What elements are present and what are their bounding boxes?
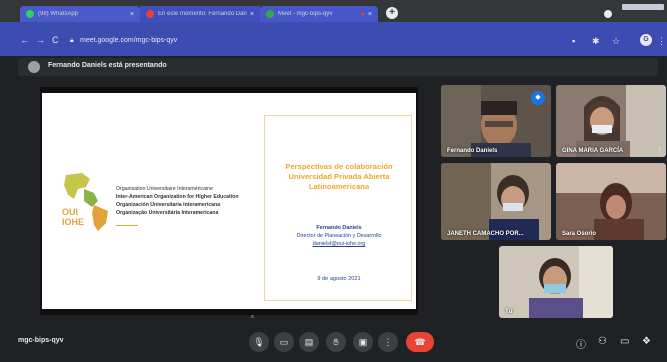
- url-field[interactable]: meet.google.com/mgc-bips-qyv: [80, 37, 177, 44]
- lock-icon: 🔒︎: [70, 37, 74, 44]
- meet-icon: [266, 10, 274, 18]
- organization-names: Organisation Universitaire Interaméricai…: [116, 185, 266, 217]
- profile-avatar-icon[interactable]: G: [640, 34, 652, 46]
- microphone-icon[interactable]: 🎙︎: [249, 332, 269, 352]
- divider: [116, 225, 138, 226]
- camera-icon[interactable]: ▪: [572, 36, 575, 46]
- oui-iohe-logo: OUI IOHE: [62, 173, 108, 231]
- presenter-avatar: [28, 61, 40, 73]
- tab-whatsapp[interactable]: (98) WhatsApp ×: [20, 6, 140, 22]
- raise-hand-icon[interactable]: ✋︎: [326, 332, 346, 352]
- participant-video: [556, 85, 666, 157]
- end-call-button[interactable]: ☎︎: [406, 332, 434, 352]
- close-icon[interactable]: ×: [250, 11, 254, 18]
- tab-label: (98) WhatsApp: [38, 11, 79, 17]
- org-name-en: Inter-American Organization for Higher E…: [116, 194, 239, 200]
- info-icon[interactable]: ⓘ: [576, 336, 586, 351]
- logo-text-oui: OUI: [62, 207, 78, 217]
- participant-name: JANETH CAMACHO POR...: [447, 231, 524, 237]
- participant-name: GINA MARIA GARCÍA: [562, 148, 624, 154]
- participant-name: Sara Osorio: [562, 231, 597, 237]
- back-icon[interactable]: ←: [20, 35, 29, 45]
- menu-kebab-icon[interactable]: ⋮: [657, 36, 666, 47]
- reload-icon[interactable]: C: [52, 35, 59, 45]
- people-icon[interactable]: ⚇: [598, 336, 607, 347]
- cursor: [251, 315, 254, 318]
- logo-text-iohe: IOHE: [62, 217, 84, 227]
- self-video: [499, 246, 613, 318]
- extensions-icon[interactable]: ✱: [592, 36, 600, 47]
- chat-icon[interactable]: ▭: [620, 336, 629, 347]
- presenting-text: Fernando Daniels está presentando: [48, 62, 167, 69]
- close-icon[interactable]: ×: [130, 11, 134, 18]
- speaker-info: Fernando Daniels Director de Planeación …: [265, 224, 413, 248]
- tab-meet[interactable]: Meet - mgc-bips-qyv ● ×: [260, 6, 378, 22]
- present-screen-icon[interactable]: ▣: [353, 332, 373, 352]
- speaker-email: danielsf@oui-iohe.org: [312, 241, 366, 247]
- participant-tile[interactable]: JANETH CAMACHO POR...: [441, 163, 551, 240]
- org-name-fr: Organisation Universitaire Interaméricai…: [116, 186, 213, 192]
- profile-icon[interactable]: [602, 8, 614, 20]
- activities-icon[interactable]: ❖: [642, 336, 651, 347]
- captions-icon[interactable]: ▤: [299, 332, 319, 352]
- meeting-code: mgc-bips-qyv: [18, 337, 64, 344]
- close-icon[interactable]: ×: [368, 11, 372, 18]
- recording-dot-icon: ●: [360, 10, 365, 18]
- bookmark-star-icon[interactable]: ☆: [612, 36, 620, 47]
- slide-date: 9 de agosto 2021: [317, 276, 361, 282]
- participant-tile[interactable]: GINA MARIA GARCÍA ⋮: [556, 85, 666, 157]
- camera-toggle-icon[interactable]: ▭: [274, 332, 294, 352]
- self-view-tile[interactable]: Tú: [499, 246, 613, 318]
- slide-title-box: Perspectivas de colaboración Universidad…: [264, 115, 412, 301]
- participant-video: [556, 163, 666, 240]
- new-tab-button[interactable]: +: [386, 7, 398, 19]
- more-options-icon[interactable]: ⋮: [656, 146, 663, 154]
- speaking-indicator-icon: ◆: [531, 91, 545, 105]
- address-bar-row: ← → C 🔒︎ meet.google.com/mgc-bips-qyv ▪ …: [0, 22, 667, 56]
- browser-tab-strip: (98) WhatsApp × En este momento: Fernand…: [0, 0, 667, 22]
- forward-icon[interactable]: →: [36, 35, 45, 45]
- slide-title: Perspectivas de colaboración Universidad…: [285, 162, 393, 191]
- participant-tile[interactable]: ◆ Fernando Daniels: [441, 85, 551, 157]
- meet-window: (98) WhatsApp × En este momento: Fernand…: [0, 0, 667, 362]
- gmail-icon: [146, 10, 154, 18]
- window-controls[interactable]: [622, 4, 664, 10]
- presenting-banner: Fernando Daniels está presentando: [18, 58, 658, 76]
- whatsapp-icon: [26, 10, 34, 18]
- tab-en-este-momento[interactable]: En este momento: Fernando Dan... ×: [140, 6, 260, 22]
- more-options-icon[interactable]: ⋮: [378, 332, 398, 352]
- tab-label: En este momento: Fernando Dan...: [158, 11, 247, 17]
- meeting-controls-bar: mgc-bips-qyv 🎙︎ ▭ ▤ ✋︎ ▣ ⋮ ☎︎ ⓘ ⚇ ▭ ❖: [0, 324, 667, 362]
- self-name: Tú: [505, 309, 513, 315]
- speaker-name: Fernando Daniels: [316, 225, 362, 231]
- participant-tile[interactable]: Sara Osorio: [556, 163, 666, 240]
- speaker-role: Director de Planeación y Desarrollo: [296, 233, 382, 239]
- participant-name: Fernando Daniels: [447, 148, 498, 154]
- participant-video: [441, 163, 551, 240]
- org-name-pt: Organização Universitária Interamericana: [116, 210, 219, 216]
- tab-label: Meet - mgc-bips-qyv: [278, 11, 333, 17]
- shared-slide: OUI IOHE Organisation Universitaire Inte…: [40, 87, 418, 318]
- org-name-es: Organización Universitaria Interamerican…: [116, 202, 221, 208]
